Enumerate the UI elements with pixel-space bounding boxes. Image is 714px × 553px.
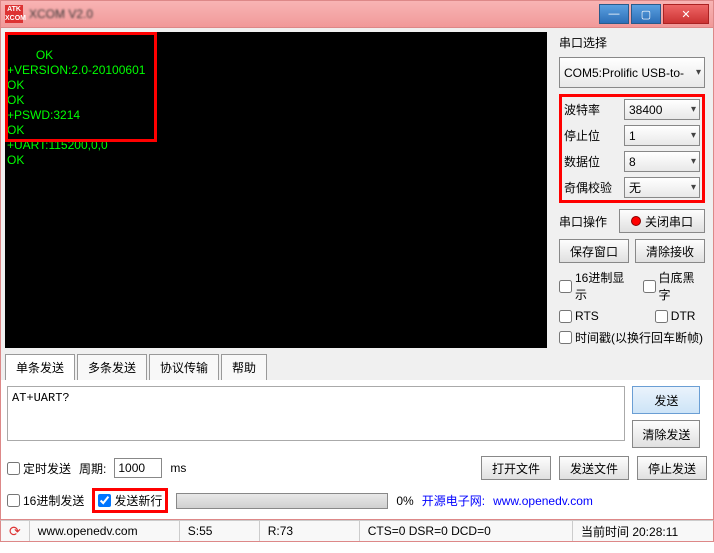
stop-select[interactable]: 1 <box>624 125 700 146</box>
minimize-button[interactable]: — <box>599 4 629 24</box>
progress-bar <box>176 493 388 509</box>
data-select[interactable]: 8 <box>624 151 700 172</box>
tab-protocol[interactable]: 协议传输 <box>149 354 219 380</box>
terminal-output: OK +VERSION:2.0-20100601 OK OK +PSWD:321… <box>5 32 547 348</box>
newline-highlight: 发送新行 <box>92 488 168 513</box>
newline-checkbox[interactable]: 发送新行 <box>98 492 162 509</box>
reload-icon[interactable]: ⟳ <box>9 523 21 540</box>
period-label: 周期: <box>79 460 106 477</box>
progress-percent: 0% <box>396 494 413 508</box>
clear-recv-button[interactable]: 清除接收 <box>635 239 705 263</box>
serial-params-highlight: 波特率38400 停止位1 数据位8 奇偶校验无 <box>559 94 705 203</box>
status-bar: ⟳ www.openedv.com S:55 R:73 CTS=0 DSR=0 … <box>0 520 714 542</box>
status-url: www.openedv.com <box>30 521 180 541</box>
tab-help[interactable]: 帮助 <box>221 354 267 380</box>
hex-display-checkbox[interactable]: 16进制显示 <box>559 269 635 303</box>
close-port-button[interactable]: 关闭串口 <box>619 209 705 233</box>
hex-send-checkbox[interactable]: 16进制发送 <box>7 492 84 509</box>
tab-bar: 单条发送 多条发送 协议传输 帮助 <box>0 352 714 380</box>
baud-select[interactable]: 38400 <box>624 99 700 120</box>
window-title: XCOM V2.0 <box>29 7 599 21</box>
maximize-button[interactable]: ▢ <box>631 4 661 24</box>
tab-single-send[interactable]: 单条发送 <box>5 354 75 380</box>
tab-multi-send[interactable]: 多条发送 <box>77 354 147 380</box>
port-label: 串口选择 <box>559 34 615 51</box>
close-button[interactable]: ✕ <box>663 4 709 24</box>
titlebar: ATK XCOM XCOM V2.0 — ▢ ✕ <box>0 0 714 28</box>
stop-send-button[interactable]: 停止发送 <box>637 456 707 480</box>
status-time: 当前时间 20:28:11 <box>573 521 713 541</box>
dtr-checkbox[interactable]: DTR <box>655 309 696 323</box>
open-file-button[interactable]: 打开文件 <box>481 456 551 480</box>
data-label: 数据位 <box>564 153 620 170</box>
app-logo: ATK XCOM <box>5 5 23 23</box>
link-label: 开源电子网: <box>422 492 485 509</box>
status-line: CTS=0 DSR=0 DCD=0 <box>360 521 573 541</box>
stop-label: 停止位 <box>564 127 620 144</box>
record-icon <box>631 216 641 226</box>
settings-panel: 串口选择 COM5:Prolific USB-to- 波特率38400 停止位1… <box>551 28 713 352</box>
status-s: S:55 <box>180 521 260 541</box>
send-file-button[interactable]: 发送文件 <box>559 456 629 480</box>
period-unit: ms <box>170 461 186 475</box>
parity-label: 奇偶校验 <box>564 179 620 196</box>
clear-send-button[interactable]: 清除发送 <box>632 420 700 448</box>
white-bg-checkbox[interactable]: 白底黑字 <box>643 269 705 303</box>
rts-checkbox[interactable]: RTS <box>559 309 599 323</box>
op-label: 串口操作 <box>559 213 615 230</box>
send-input[interactable] <box>7 386 625 441</box>
port-select[interactable]: COM5:Prolific USB-to- <box>559 57 705 88</box>
timestamp-checkbox[interactable]: 时间戳(以换行回车断帧) <box>559 329 705 346</box>
openedv-link[interactable]: www.openedv.com <box>493 494 593 508</box>
status-r: R:73 <box>260 521 360 541</box>
period-input[interactable] <box>114 458 162 478</box>
terminal-highlight <box>5 32 157 142</box>
timed-send-checkbox[interactable]: 定时发送 <box>7 460 71 477</box>
send-button[interactable]: 发送 <box>632 386 700 414</box>
save-window-button[interactable]: 保存窗口 <box>559 239 629 263</box>
baud-label: 波特率 <box>564 101 620 118</box>
parity-select[interactable]: 无 <box>624 177 700 198</box>
